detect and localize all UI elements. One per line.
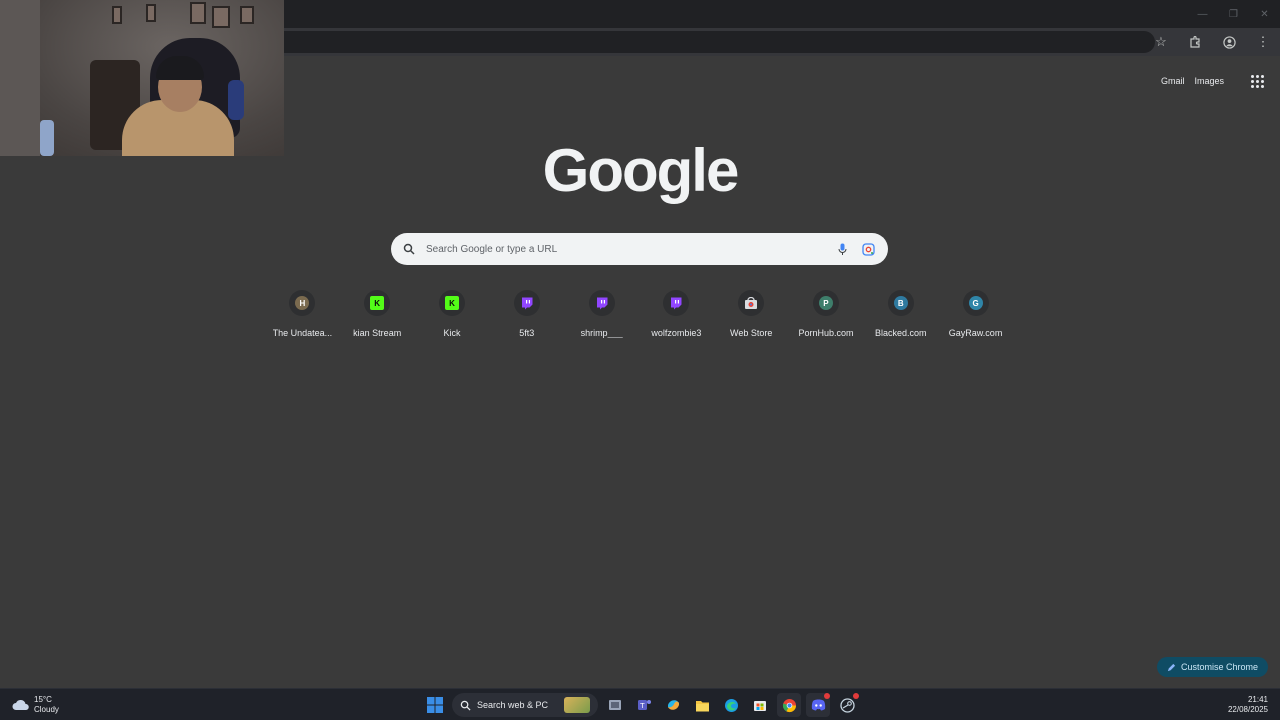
taskbar-search[interactable]: Search web & PC [452,693,598,717]
shortcut-letter: K [444,296,459,310]
teams-icon[interactable]: T [632,693,656,717]
customise-chrome-button[interactable]: Customise Chrome [1156,657,1268,677]
discord-icon[interactable] [806,693,830,717]
bookmark-star-icon[interactable]: ☆ [1150,31,1172,53]
search-input[interactable] [426,243,824,255]
weather-widget[interactable]: 15°C Cloudy [12,695,59,715]
copilot-icon[interactable] [661,693,685,717]
google-apps-icon[interactable] [1248,72,1266,90]
webcam-wall-frame [240,6,254,24]
window-controls: — ❐ ✕ [1187,0,1280,28]
pencil-icon [1167,663,1176,671]
shortcut-tile[interactable]: shrimp___ [564,290,639,338]
shortcut-tile[interactable]: K Kick [415,290,490,338]
toolbar-icons: ☆ ⋮ [1150,31,1274,53]
shortcut-tile[interactable]: B Blacked.com [863,290,938,338]
address-bar[interactable] [200,31,1155,53]
edge-icon[interactable] [719,693,743,717]
webcam-chair-accent [228,80,244,120]
task-view-icon[interactable] [603,693,627,717]
webcam-wall-frame [112,6,122,24]
profile-icon[interactable] [1218,31,1240,53]
taskbar-search-label: Search web & PC [477,700,549,710]
weather-description: Cloudy [34,705,59,714]
minimize-icon[interactable]: — [1187,0,1218,28]
close-icon[interactable]: ✕ [1249,0,1280,28]
shortcut-label: Web Store [730,328,773,338]
search-icon [460,700,471,711]
clock-date: 22/08/2025 [1227,705,1268,714]
gmail-link[interactable]: Gmail [1161,76,1185,86]
windows-start-icon[interactable] [423,693,447,717]
shortcut-letter: B [893,296,908,310]
shortcut-tile[interactable]: Web Store [714,290,789,338]
customise-chrome-label: Customise Chrome [1180,662,1258,672]
system-clock[interactable]: 21:41 22/08/2025 [1228,695,1268,715]
shortcut-tile[interactable]: K kian Stream [340,290,415,338]
header-links: Gmail Images [1161,72,1266,90]
shortcut-label: PornHub.com [798,328,854,338]
shortcut-tile[interactable]: wolfzombie3 [639,290,714,338]
search-icon [403,243,415,255]
shortcut-grid: H The Undatea... K kian Stream K Kick 5f… [265,290,1013,338]
webcam-wall-frame [212,6,230,28]
letter-icon: G [962,290,989,316]
chrome-icon[interactable] [777,693,801,717]
search-box[interactable] [391,233,888,265]
microsoft-store-icon[interactable] [748,693,772,717]
google-logo: Google [542,137,740,204]
clock-time: 21:41 [1247,695,1268,704]
taskbar-apps: Search web & PC T [423,692,859,718]
shortcut-label: shrimp___ [580,328,623,338]
restore-icon[interactable]: ❐ [1218,0,1249,28]
shortcut-letter: K [370,296,385,310]
shortcut-label: Kick [443,328,461,338]
file-explorer-icon[interactable] [690,693,714,717]
images-link[interactable]: Images [1194,76,1224,86]
shortcut-letter: G [968,296,983,310]
shortcut-label: Blacked.com [875,328,927,338]
webcam-door [0,0,40,156]
desktop-screen: — ❐ ✕ ☆ ⋮ Gmail Images Google Search Goo… [0,0,1280,720]
microphone-icon[interactable] [834,241,850,257]
twitch-icon [663,290,690,316]
steam-icon[interactable] [835,693,859,717]
shortcut-letter: H [295,296,310,310]
shortcut-tile[interactable]: P PornHub.com [789,290,864,338]
weather-temperature: 15°C [34,695,52,704]
shortcut-label: 5ft3 [519,328,535,338]
letter-icon: H [289,290,316,316]
webcam-overlay [0,0,284,156]
shortcut-label: kian Stream [353,328,402,338]
shortcut-tile[interactable]: 5ft3 [489,290,564,338]
shortcut-tile[interactable]: G GayRaw.com [938,290,1013,338]
letter-icon: P [812,290,839,316]
shortcut-label: wolfzombie3 [651,328,702,338]
webcam-wall-frame [190,2,206,24]
twitch-icon [588,290,615,316]
shortcut-tile[interactable]: H The Undatea... [265,290,340,338]
cloud-icon [12,699,29,710]
svg-text:T: T [639,702,645,710]
shortcut-label: GayRaw.com [948,328,1003,338]
kick-icon: K [364,290,391,316]
webcam-wall-frame [146,4,156,22]
twitch-icon [513,290,540,316]
webstore-icon [738,290,765,316]
notification-badge [824,693,830,699]
shortcut-label: The Undatea... [272,328,333,338]
windows-taskbar: 15°C Cloudy Search web & PC T 21:41 22/0… [0,688,1280,720]
extensions-icon[interactable] [1184,31,1206,53]
kick-icon: K [438,290,465,316]
letter-icon: B [887,290,914,316]
shortcut-letter: P [818,296,833,310]
search-highlight-icon [564,697,590,713]
menu-kebab-icon[interactable]: ⋮ [1252,31,1274,53]
notification-badge [853,693,859,699]
google-lens-icon[interactable] [860,241,876,257]
